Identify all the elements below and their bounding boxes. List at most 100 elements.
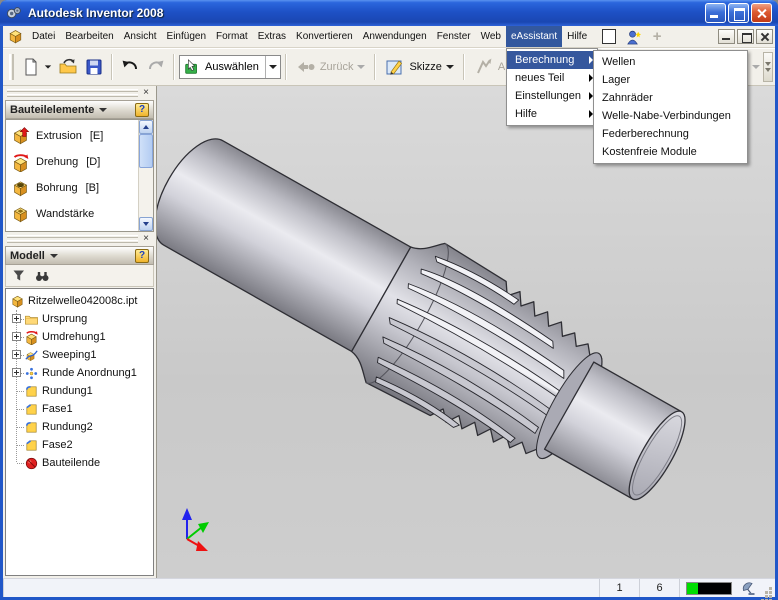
- expand-icon[interactable]: [12, 332, 21, 341]
- scroll-thumb[interactable]: [139, 134, 153, 168]
- new-document-button[interactable]: [18, 54, 44, 80]
- fillet-icon: [24, 384, 39, 399]
- menu-extras[interactable]: Extras: [253, 26, 291, 47]
- features-panel-close-icon[interactable]: [140, 87, 152, 99]
- feature-item-bohrung[interactable]: Bohrung [B]: [11, 175, 138, 201]
- submenu-arrow-icon: [739, 76, 743, 84]
- open-button[interactable]: [55, 54, 81, 80]
- menu-item-einstellungen[interactable]: Einstellungen: [507, 87, 597, 105]
- expand-icon[interactable]: [12, 368, 21, 377]
- menu-item-hilfe[interactable]: Hilfe: [507, 105, 597, 123]
- submenu-item-kostenfreie-module[interactable]: Kostenfreie Module: [594, 143, 747, 161]
- sketch-dropdown-icon[interactable]: [446, 65, 454, 69]
- expand-icon[interactable]: [12, 314, 21, 323]
- capacity-meter-cell: [679, 579, 737, 597]
- tree-item-fase1[interactable]: Fase1: [9, 400, 153, 418]
- tree-label: Fase1: [42, 403, 73, 415]
- tree-item-root[interactable]: Ritzelwelle042008c.ipt: [9, 292, 153, 310]
- feature-label: Drehung: [36, 156, 78, 168]
- menu-konvertieren[interactable]: Konvertieren: [291, 26, 358, 47]
- menu-item-label: neues Teil: [515, 72, 564, 84]
- menu-anwendungen[interactable]: Anwendungen: [358, 26, 432, 47]
- scroll-track[interactable]: [139, 134, 153, 217]
- resize-grip[interactable]: [759, 579, 775, 597]
- feature-label: Wandstärke: [36, 208, 94, 220]
- circular-pattern-icon: [24, 366, 39, 381]
- title-bar[interactable]: Autodesk Inventor 2008: [0, 0, 778, 26]
- model-panel-gripstrip[interactable]: [5, 233, 154, 245]
- tree-item-rundung1[interactable]: Rundung1: [9, 382, 153, 400]
- tree-label: Runde Anordnung1: [42, 367, 137, 379]
- submenu-item-wellen[interactable]: Wellen: [594, 53, 747, 71]
- features-panel-gripstrip[interactable]: [5, 87, 154, 99]
- select-tool-label: Auswählen: [201, 61, 265, 73]
- menu-fenster[interactable]: Fenster: [432, 26, 476, 47]
- menu-web[interactable]: Web: [476, 26, 506, 47]
- mdi-minimize-button[interactable]: [718, 29, 735, 44]
- mdi-restore-button[interactable]: [737, 29, 754, 44]
- tree-item-umdrehung1[interactable]: Umdrehung1: [9, 328, 153, 346]
- menu-eassistant-label: eAssistant: [511, 31, 557, 42]
- feature-item-wandstaerke[interactable]: Wandstärke: [11, 201, 138, 227]
- redo-icon: [146, 57, 166, 77]
- save-button[interactable]: [81, 54, 107, 80]
- menu-item-berechnung[interactable]: Berechnung Wellen Lager Zahnräder: [507, 51, 597, 69]
- mdi-close-button[interactable]: [756, 29, 773, 44]
- select-tool-dropdown[interactable]: [265, 56, 280, 78]
- menu-einfuegen[interactable]: Einfügen: [162, 26, 211, 47]
- model-panel-header[interactable]: Modell: [5, 246, 154, 265]
- app-window: Autodesk Inventor 2008 Datei Bearbeiten …: [0, 0, 778, 600]
- menu-bearbeiten[interactable]: Bearbeiten: [60, 26, 118, 47]
- model-panel-help-icon[interactable]: [135, 249, 149, 263]
- new-document-dropdown-icon[interactable]: [45, 65, 51, 68]
- features-panel-header[interactable]: Bauteilelemente: [5, 100, 154, 119]
- sweep-icon: [24, 348, 39, 363]
- model-tree: Ritzelwelle042008c.ipt Ursprung Umdrehun…: [5, 288, 154, 576]
- left-panel-column: Bauteilelemente Extrusion [E] Drehung [D…: [3, 86, 156, 578]
- undo-button[interactable]: [117, 54, 143, 80]
- sketch-button[interactable]: Skizze: [380, 55, 458, 79]
- submenu-item-zahnraeder[interactable]: Zahnräder: [594, 89, 747, 107]
- close-button[interactable]: [751, 3, 772, 23]
- minimize-button[interactable]: [705, 3, 726, 23]
- wizard-icon: [624, 28, 642, 46]
- menu-format[interactable]: Format: [211, 26, 253, 47]
- plus-icon: +: [653, 28, 662, 45]
- menu-item-label: Berechnung: [515, 54, 574, 66]
- tree-item-ursprung[interactable]: Ursprung: [9, 310, 153, 328]
- find-binoculars-icon[interactable]: [35, 269, 49, 282]
- network-status-cell: [737, 579, 759, 597]
- chamfer-icon: [24, 402, 39, 417]
- model-panel-close-icon[interactable]: [140, 233, 152, 245]
- menu-item-neues-teil[interactable]: neues Teil: [507, 69, 597, 87]
- features-scrollbar[interactable]: [138, 120, 153, 231]
- tree-item-sweeping1[interactable]: Sweeping1: [9, 346, 153, 364]
- wizard-help-button[interactable]: [624, 28, 642, 45]
- maximize-button[interactable]: [728, 3, 749, 23]
- select-tool-combo[interactable]: Auswählen: [179, 55, 281, 79]
- tree-item-fase2[interactable]: Fase2: [9, 436, 153, 454]
- select-tool-icon: [183, 58, 201, 76]
- submenu-item-welle-nabe[interactable]: Welle-Nabe-Verbindungen: [594, 107, 747, 125]
- toolbar-overflow-button[interactable]: [763, 52, 773, 82]
- submenu-arrow-icon: [739, 148, 743, 156]
- menu-ansicht[interactable]: Ansicht: [119, 26, 162, 47]
- toolbar-grip[interactable]: [9, 54, 14, 80]
- menu-datei[interactable]: Datei: [27, 26, 60, 47]
- tree-item-bauteilende[interactable]: Bauteilende: [9, 454, 153, 472]
- scroll-up-button[interactable]: [139, 120, 153, 134]
- help-button[interactable]: [600, 28, 618, 45]
- feature-item-drehung[interactable]: Drehung [D]: [11, 149, 138, 175]
- filter-icon[interactable]: [12, 269, 25, 282]
- feature-item-extrusion[interactable]: Extrusion [E]: [11, 123, 138, 149]
- tree-item-runde-anordnung1[interactable]: Runde Anordnung1: [9, 364, 153, 382]
- menu-eassistant[interactable]: eAssistant Berechnung Wellen Lager: [506, 26, 562, 47]
- features-panel-help-icon[interactable]: [135, 103, 149, 117]
- submenu-item-federberechnung[interactable]: Federberechnung: [594, 125, 747, 143]
- plane-dropdown-icon[interactable]: [752, 65, 760, 69]
- submenu-item-lager[interactable]: Lager: [594, 71, 747, 89]
- expand-icon[interactable]: [12, 350, 21, 359]
- tree-item-rundung2[interactable]: Rundung2: [9, 418, 153, 436]
- scroll-down-button[interactable]: [139, 217, 153, 231]
- menu-hilfe[interactable]: Hilfe: [562, 26, 592, 47]
